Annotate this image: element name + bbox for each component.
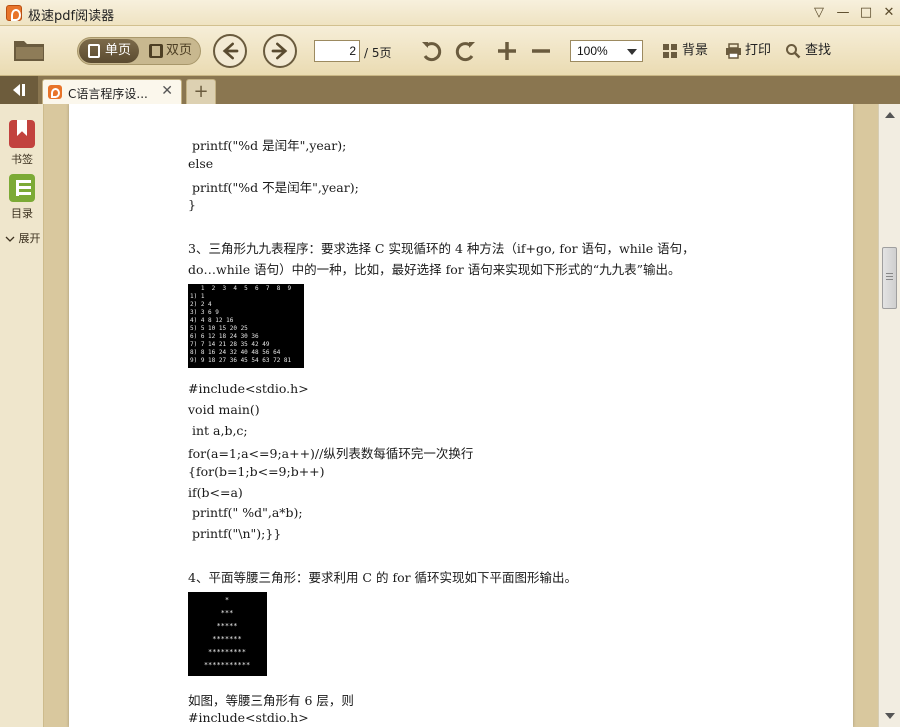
- chevron-down-icon: [627, 49, 637, 55]
- chevron-down-icon: [5, 236, 15, 242]
- code-line: if(b<=a): [188, 485, 243, 500]
- console-line: 5) 5 10 15 20 25: [190, 325, 248, 332]
- print-button[interactable]: 打印: [725, 43, 771, 61]
- rotate-left-button[interactable]: [419, 38, 445, 64]
- collapse-sidebar-button[interactable]: [0, 76, 38, 104]
- sidebar-expand-button[interactable]: 展开: [5, 230, 41, 246]
- left-sidebar: 书签 目录 展开: [0, 104, 44, 727]
- question-3-text: do…while 语句）中的一种，比如，最好选择 for 语句来实现如下形式的“…: [188, 262, 681, 277]
- console-line: ***********: [203, 661, 251, 669]
- code-line: int a,b,c;: [188, 423, 248, 438]
- open-folder-icon[interactable]: [13, 38, 45, 62]
- window-title: 极速pdf阅读器: [28, 9, 115, 24]
- console-line: 8) 8 16 24 32 40 48 56 64: [190, 349, 281, 356]
- console-line: 6) 6 12 18 24 30 36: [190, 333, 259, 340]
- find-button[interactable]: 查找: [785, 43, 831, 61]
- single-page-icon: [88, 44, 100, 58]
- previous-page-button[interactable]: [213, 34, 247, 68]
- sidebar-item-toc[interactable]: 目录: [0, 174, 44, 221]
- pdf-file-icon: [48, 85, 62, 99]
- bookmark-icon: [9, 120, 35, 148]
- app-logo-icon: [6, 5, 22, 21]
- zoom-in-button[interactable]: [494, 38, 520, 64]
- tab-bar: C语言程序设... ✕ +: [0, 76, 900, 104]
- document-tab[interactable]: C语言程序设... ✕: [42, 79, 182, 104]
- console-line: ***: [220, 609, 234, 617]
- question-4-text: 4、平面等腰三角形：要求利用 C 的 for 循环实现如下平面图形输出。: [188, 570, 578, 585]
- scroll-up-icon[interactable]: [885, 112, 895, 118]
- table-of-contents-icon: [9, 174, 35, 202]
- code-line: #include<stdio.h>: [188, 381, 309, 396]
- tab-label: C语言程序设...: [68, 87, 148, 101]
- page-total-label: / 5页: [364, 46, 392, 60]
- console-line: 1 2 3 4 5 6 7 8 9: [190, 285, 292, 292]
- page-number-input[interactable]: 2: [314, 40, 360, 62]
- console-line: *****: [216, 622, 238, 630]
- console-line: 3) 3 6 9: [190, 309, 219, 316]
- scroll-down-icon[interactable]: [885, 713, 895, 719]
- scroll-thumb[interactable]: [882, 247, 897, 309]
- code-line: #include<stdio.h>: [188, 710, 309, 725]
- console-line: 7) 7 14 21 28 35 42 49: [190, 341, 270, 348]
- pdf-page: printf("%d 是闰年",year); else printf("%d 不…: [69, 104, 853, 727]
- code-line: printf("%d 是闰年",year);: [188, 138, 347, 153]
- code-line: for(a=1;a<=9;a++)//纵列表数每循环完一次换行: [188, 446, 474, 461]
- code-line: }: [188, 197, 196, 212]
- sidebar-item-bookmarks[interactable]: 书签: [0, 120, 44, 167]
- code-line: void main(): [188, 402, 260, 417]
- triangle-screenshot: * *** ***** ******* ********* **********…: [188, 592, 267, 676]
- printer-icon: [726, 43, 741, 59]
- toolbar: 单页 双页 2 / 5页 100% 背景 打印 查找: [0, 26, 900, 76]
- title-bar: 极速pdf阅读器 ▽ — □ ✕: [0, 0, 900, 26]
- window-menu-button[interactable]: ▽: [808, 3, 830, 23]
- body-text: 如图，等腰三角形有 6 层，则: [188, 693, 354, 708]
- close-button[interactable]: ✕: [878, 3, 900, 23]
- console-line: 9) 9 18 27 36 45 54 63 72 81: [190, 357, 292, 364]
- rotate-right-button[interactable]: [452, 38, 478, 64]
- code-line: else: [188, 156, 214, 171]
- zoom-select[interactable]: 100%: [570, 40, 643, 62]
- console-line: *******: [212, 635, 242, 643]
- view-mode-toggle: 单页 双页: [77, 37, 201, 65]
- single-page-button[interactable]: 单页: [79, 39, 139, 63]
- question-3-text: 3、三角形九九表程序：要求选择 C 实现循环的 4 种方法（if+go, for…: [188, 241, 695, 256]
- console-line: *********: [208, 648, 246, 656]
- code-line: printf("%d 不是闰年",year);: [188, 180, 359, 195]
- code-line: {for(b=1;b<=9;b++): [188, 464, 325, 479]
- console-line: 4) 4 8 12 16: [190, 317, 234, 324]
- console-line: 2) 2 4: [190, 301, 212, 308]
- console-line: 1) 1: [190, 293, 205, 300]
- next-page-button[interactable]: [263, 34, 297, 68]
- vertical-scrollbar[interactable]: [878, 104, 900, 727]
- double-page-icon: [149, 44, 163, 58]
- minimize-button[interactable]: —: [832, 3, 854, 23]
- background-icon: [663, 44, 677, 58]
- code-line: printf(" %d",a*b);: [188, 505, 303, 520]
- code-line: printf("\n");}}: [188, 526, 282, 541]
- add-tab-button[interactable]: +: [186, 79, 216, 104]
- document-viewport[interactable]: printf("%d 是闰年",year); else printf("%d 不…: [45, 104, 878, 727]
- console-line: *: [224, 596, 230, 604]
- zoom-out-button[interactable]: [528, 38, 554, 64]
- search-icon: [786, 44, 801, 59]
- maximize-button[interactable]: □: [855, 3, 877, 23]
- close-tab-icon[interactable]: ✕: [161, 83, 173, 99]
- background-button[interactable]: 背景: [662, 43, 708, 61]
- multiplication-table-screenshot: 1 2 3 4 5 6 7 8 9 1) 1 2) 2 4 3) 3 6 9 4…: [188, 284, 304, 368]
- double-page-button[interactable]: 双页: [140, 39, 200, 63]
